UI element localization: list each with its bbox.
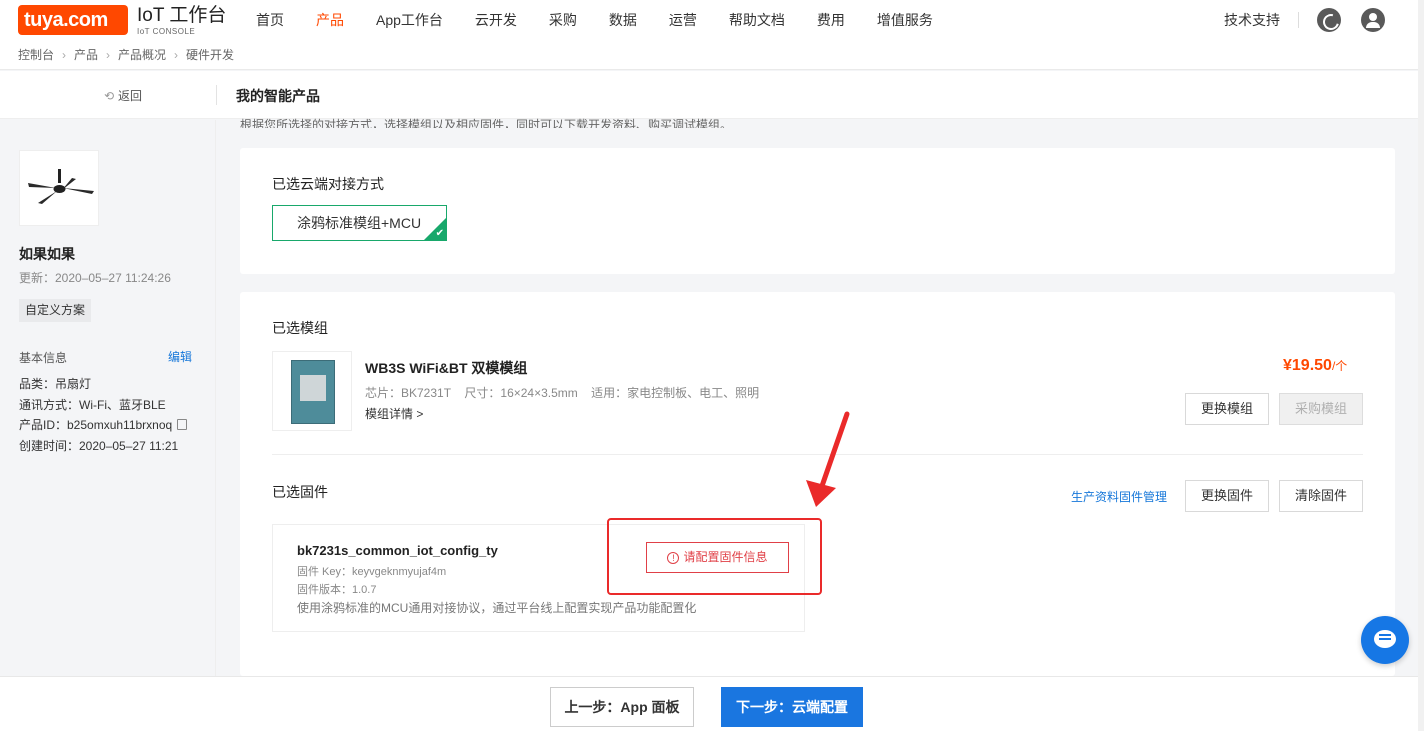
nav-help-docs[interactable]: 帮助文档 [729,10,785,30]
back-button[interactable]: ⟲ 返回 [104,87,142,104]
module-chip: 芯片：BK7231T [365,386,452,400]
product-updated: 更新：2020–05–27 11:24:26 [19,271,171,285]
nav-operations[interactable]: 运营 [669,10,697,30]
cloud-method-card: 已选云端对接方式 涂鸦标准模组+MCU ✔ [240,148,1395,274]
breadcrumb-product[interactable]: 产品 [74,46,98,63]
brand: IoT 工作台 IoT CONSOLE [137,5,226,37]
intro-text: 根据您所选择的对接方式，选择模组以及相应固件，同时可以下载开发资料、购买调试模组… [240,118,733,128]
notification-icon[interactable] [1317,8,1341,32]
info-product-id-row: 产品ID：b25omxuh11brxnoq [19,415,188,436]
module-specs: 芯片：BK7231T 尺寸：16×24×3.5mm 适用：家电控制板、电工、照明 [365,384,769,401]
tuya-logo[interactable]: tuya.com [18,5,128,35]
ceiling-fan-image [28,169,94,204]
clear-firmware-button[interactable]: 清除固件 [1279,480,1363,512]
price-value: ¥19.50 [1283,357,1332,374]
selected-cloud-method[interactable]: 涂鸦标准模组+MCU ✔ [272,205,447,241]
nav-home[interactable]: 首页 [256,10,284,30]
tech-support-link[interactable]: 技术支持 [1224,10,1280,30]
breadcrumb-hardware: 硬件开发 [186,48,235,62]
nav-purchase[interactable]: 采购 [549,10,577,30]
firmware-key: 固件 Key：keyvgeknmyujaf4m [297,566,447,578]
chat-button[interactable] [1361,616,1409,664]
cloud-method-title: 已选云端对接方式 [272,176,384,192]
page-title: 我的智能产品 [236,88,320,104]
price-unit: /个 [1331,359,1348,373]
module-details-link[interactable]: 模组详情 > [365,405,423,422]
module-section-title: 已选模组 [272,320,328,336]
buy-module-button[interactable]: 采购模组 [1279,393,1363,425]
module-chip-graphic [291,360,335,424]
nav-value-added[interactable]: 增值服务 [877,10,933,30]
nav-product[interactable]: 产品 [316,10,344,30]
footer-action-bar: 上一步：App 面板 下一步：云端配置 [0,676,1424,731]
chat-bubble-icon [1374,630,1396,648]
nav-app-workbench[interactable]: App工作台 [376,10,443,30]
brand-subtitle: IoT CONSOLE [137,27,196,36]
info-category: 品类：吊扇灯 [19,377,92,391]
annotation-highlight-box [607,518,822,595]
module-size: 尺寸：16×24×3.5mm [464,386,578,400]
nav-data[interactable]: 数据 [609,10,637,30]
next-step-button[interactable]: 下一步：云端配置 [721,687,863,727]
product-name: 如果如果 [19,246,75,262]
breadcrumb-separator: › [62,47,67,62]
copy-icon[interactable] [177,419,188,430]
firmware-section-title: 已选固件 [272,484,328,500]
main-nav: 首页 产品 App工作台 云开发 采购 数据 运营 帮助文档 费用 增值服务 [240,0,949,40]
annotation-arrow-icon [806,411,850,507]
breadcrumb-separator: › [106,47,111,62]
module-name: WB3S WiFi&BT 双模模组 [365,360,528,376]
info-product-id: 产品ID：b25omxuh11brxnoq [19,418,173,432]
firmware-version: 固件版本：1.0.7 [297,584,377,596]
edit-link[interactable]: 编辑 [168,348,192,365]
scrollbar[interactable] [1418,0,1424,731]
solution-tag: 自定义方案 [19,299,92,322]
selected-cloud-method-label: 涂鸦标准模组+MCU [297,215,422,231]
module-image [272,351,352,431]
basic-info-list: 品类：吊扇灯 通讯方式：Wi-Fi、蓝牙BLE 产品ID：b25omxuh11b… [19,374,188,456]
divider [216,85,217,105]
product-sidebar: 如果如果 更新：2020–05–27 11:24:26 自定义方案 基本信息 编… [0,120,216,676]
info-created: 创建时间：2020–05–27 11:21 [19,438,179,453]
top-nav: tuya.com IoT 工作台 IoT CONSOLE 首页 产品 App工作… [0,0,1424,40]
breadcrumb-console[interactable]: 控制台 [18,46,54,63]
firmware-description: 使用涂鸦标准的MCU通用对接协议，通过平台线上配置实现产品功能配置化 [297,601,697,615]
breadcrumb-separator: › [174,47,179,62]
production-firmware-link[interactable]: 生产资料固件管理 [1071,488,1167,505]
brand-title: IoT 工作台 [137,5,227,26]
breadcrumb: 控制台 › 产品 › 产品概况 › 硬件开发 [0,40,1424,70]
nav-billing[interactable]: 费用 [817,10,845,30]
back-arrow-icon: ⟲ [104,89,115,103]
product-thumbnail [19,150,99,226]
sub-header: ⟲ 返回 我的智能产品 [0,71,1424,119]
prev-step-button[interactable]: 上一步：App 面板 [550,687,694,727]
nav-divider [1298,12,1299,28]
breadcrumb-overview[interactable]: 产品概况 [118,46,166,63]
basic-info-heading: 基本信息 [19,351,68,365]
back-label: 返回 [118,89,143,103]
user-avatar-icon[interactable] [1361,8,1385,32]
nav-cloud-dev[interactable]: 云开发 [475,10,517,30]
module-price: ¥19.50/个 [1283,357,1347,375]
firmware-name: bk7231s_common_iot_config_ty [297,543,498,558]
info-protocol: 通讯方式：Wi-Fi、蓝牙BLE [19,397,166,412]
change-module-button[interactable]: 更换模组 [1185,393,1269,425]
chip-shield [300,375,326,401]
change-firmware-button[interactable]: 更换固件 [1185,480,1269,512]
module-usage: 适用：家电控制板、电工、照明 [591,386,760,400]
check-icon: ✔ [435,228,444,239]
